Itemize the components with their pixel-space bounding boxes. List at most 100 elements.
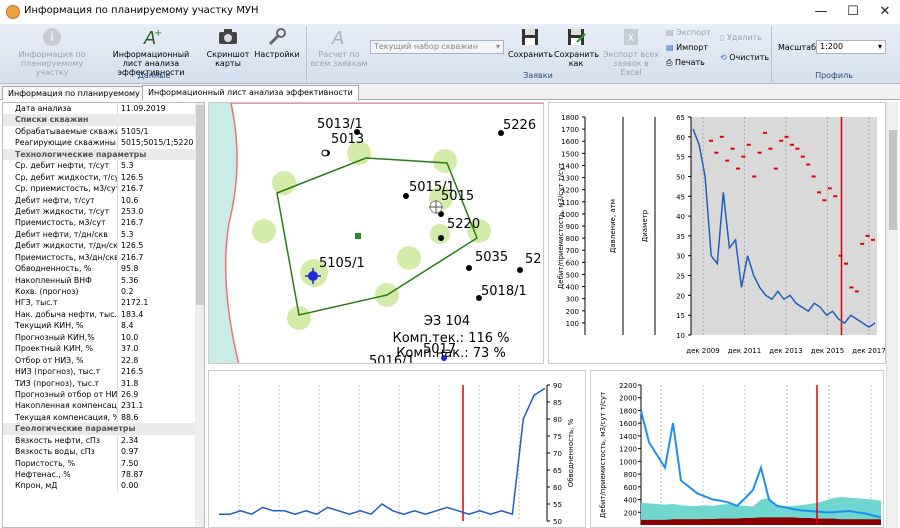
svg-text:+: +: [154, 28, 162, 39]
series-point: [790, 143, 794, 146]
delete-button[interactable]: ▯ Удалить: [720, 32, 762, 44]
property-value: 78.87: [117, 469, 204, 481]
series-point: [849, 286, 854, 289]
tick-label: 80: [553, 416, 562, 424]
property-key: Реагирующие скважины: [15, 138, 116, 148]
tick-label: 800: [566, 235, 579, 243]
tab-strip: Информация по планируемому участку Инфор…: [0, 84, 900, 101]
property-key: Кпрон, мД: [15, 481, 58, 491]
tick-label: 1800: [561, 114, 579, 122]
property-row: Приемистость, м3/сут 216.7: [3, 217, 204, 229]
property-key: Нефтенас., %: [15, 470, 71, 479]
maximize-button[interactable]: ☐: [838, 2, 868, 22]
series-point: [865, 234, 870, 237]
tick-label: 400: [566, 284, 579, 292]
property-row: Накопленная компенсация, %231.1: [3, 400, 204, 412]
property-key: Дебит жидкости, т/дн/скв: [15, 241, 117, 251]
series-point: [806, 163, 811, 166]
floppy-icon: [568, 29, 586, 45]
save-button[interactable]: Сохранить: [508, 26, 553, 72]
well-label: 5105/1: [319, 256, 365, 271]
scrollbar-thumb[interactable]: [196, 105, 204, 305]
map-stat-label: Комп.тек.: 116 %: [393, 331, 510, 346]
tab-efficiency-sheet[interactable]: Информационный лист анализа эффективност…: [142, 85, 359, 101]
calc-all-button[interactable]: A Расчет по всем заявкам: [310, 26, 368, 72]
main-scrollbar[interactable]: [886, 102, 898, 528]
clear-button[interactable]: ⟲ Очистить: [720, 52, 769, 64]
series-line: [219, 387, 546, 516]
axis-label: Давление, атм: [609, 199, 617, 253]
property-row: НГЗ, тыс.т 2172.1: [3, 297, 204, 309]
tick-label: 400: [624, 497, 637, 505]
series-point: [817, 191, 821, 194]
well-label: 5035: [475, 250, 508, 265]
property-value: 216.7: [117, 183, 204, 195]
tick-label: 70: [553, 450, 562, 458]
efficiency-sheet-button[interactable]: A + Информационный лист анализа эффективн…: [104, 26, 198, 77]
well-label: 5015: [441, 189, 474, 204]
settings-button[interactable]: Настройки: [254, 26, 300, 72]
chart-watercut-panel: 50 55 60 65 70 75 80 85 90 Обводненность, %: [208, 370, 586, 528]
export-button[interactable]: ▤ Экспорт: [666, 27, 711, 39]
wellset-select[interactable]: Текущий набор скважин ▾: [370, 40, 504, 54]
property-value: 216.7: [117, 217, 204, 229]
svg-text:i: i: [50, 30, 53, 44]
property-category: Технологические параметры: [3, 148, 204, 161]
property-value: 5.36: [117, 274, 204, 286]
series-point: [736, 167, 740, 170]
tick-label: 65: [553, 467, 562, 475]
property-key: Вязкость воды, сПз: [15, 447, 95, 457]
series-point: [860, 242, 865, 245]
scrollbar-thumb[interactable]: [889, 130, 897, 230]
tick-label: 700: [566, 247, 579, 255]
svg-text:X: X: [628, 34, 634, 44]
property-value: 8.4: [117, 320, 204, 332]
print-button[interactable]: ⎙ Печать: [666, 57, 705, 69]
close-button[interactable]: ✕: [870, 2, 900, 22]
property-key: Накопленная компенсация, %: [15, 401, 117, 411]
series-point: [854, 290, 859, 293]
tick-label: 300: [566, 296, 579, 304]
save-as-button[interactable]: Сохранить как: [554, 26, 599, 72]
screenshot-button[interactable]: Скриншот карты: [203, 26, 253, 72]
property-row: Вязкость воды, сПз 0.97: [3, 446, 204, 458]
property-row: Реагирующие скважины 5015;5015/1;5220: [3, 137, 204, 149]
well-label: 52: [525, 252, 542, 267]
tick-label: 25: [676, 273, 685, 281]
tick-label: 1700: [561, 126, 579, 134]
tick-label: 55: [553, 501, 562, 509]
map-panel[interactable]: 5013/1 5013 5226 5015/1 5015 5220 5105/1 5035 50…: [208, 102, 544, 364]
property-row: Текущий КИН, % 8.4: [3, 320, 204, 332]
property-row: Кпрон, мД 0.00: [3, 480, 204, 492]
series-point: [795, 147, 800, 150]
property-row: Пористость, % 7.50: [3, 457, 204, 469]
series-point: [784, 135, 789, 138]
import-button[interactable]: ▤ Импорт: [666, 42, 708, 54]
info-icon: i: [43, 28, 61, 46]
property-row: Отбор от НИЗ, % 22.8: [3, 354, 204, 367]
chart-rates: 1002003004005006007008009001000110012001…: [557, 114, 885, 355]
map-canvas[interactable]: 5013/1501352265015/1501552205105/1 503550…: [209, 103, 544, 364]
tick-label: 1800: [619, 407, 637, 415]
ribbon: i Информация по планируемому участку A + …: [0, 24, 900, 84]
minimize-button[interactable]: —: [806, 2, 836, 22]
export-all-button[interactable]: X Экспорт всех заявок в Excel: [602, 26, 660, 77]
series-point: [757, 151, 762, 154]
group-profile-label: Профиль: [815, 71, 853, 80]
property-row: Дебит нефти, т/сут 10.6: [3, 194, 204, 206]
property-key: Приемистость, м3/сут: [15, 218, 106, 228]
series-point: [827, 187, 832, 190]
well-label: 5226: [503, 118, 536, 133]
tick-label: 45: [676, 193, 685, 201]
series-point: [714, 151, 719, 154]
property-value: 10.6: [117, 194, 204, 206]
property-row: Нефтенас., % 78.87: [3, 469, 204, 481]
property-value: 10.0: [117, 331, 204, 344]
scale-select[interactable]: 1:200 ▾: [816, 40, 886, 54]
info-button[interactable]: i Информация по планируемому участку: [6, 26, 98, 77]
well-label: 5018/1: [481, 284, 527, 299]
tick-label: 85: [553, 399, 562, 407]
property-key: Пористость, %: [15, 458, 76, 468]
property-value: 5015;5015/1;5220: [117, 137, 204, 149]
property-value: 88.6: [117, 411, 204, 424]
